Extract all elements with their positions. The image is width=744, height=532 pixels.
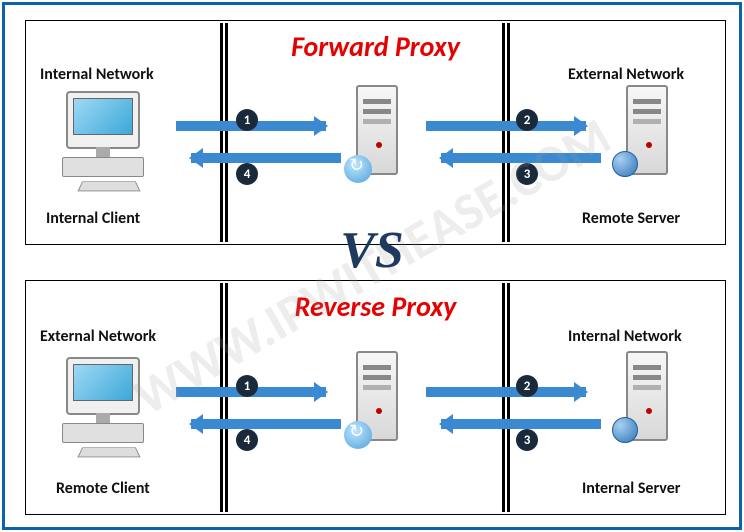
- internal-server-icon: [616, 351, 678, 461]
- monitor-stand-icon: [96, 147, 110, 157]
- outer-frame: WWW.IPWITHEASE.COM Forward Proxy Interna…: [2, 2, 742, 530]
- divider-right: [502, 23, 510, 242]
- badge-4: 4: [236, 429, 258, 451]
- divider-right: [502, 283, 510, 512]
- globe-icon: [612, 417, 638, 443]
- reverse-proxy-title: Reverse Proxy: [26, 289, 725, 324]
- bottom-left-node-label: Remote Client: [56, 479, 150, 498]
- arrow-step2: [426, 121, 586, 131]
- refresh-icon: [344, 421, 372, 449]
- badge-1: 1: [236, 109, 258, 131]
- server-led-icon: [646, 408, 652, 414]
- arrow-step3: [441, 153, 601, 163]
- reverse-proxy-server-icon: [346, 351, 408, 461]
- monitor-stand-icon: [96, 413, 110, 423]
- globe-icon: [612, 151, 638, 177]
- forward-proxy-panel: Forward Proxy Internal Network Internal …: [25, 20, 726, 245]
- vs-label: VS: [5, 221, 739, 280]
- badge-2: 2: [516, 375, 538, 397]
- arrow-step4: [191, 419, 341, 429]
- arrow-step3: [441, 419, 601, 429]
- forward-proxy-server-icon: [346, 85, 408, 195]
- badge-1: 1: [236, 375, 258, 397]
- bottom-right-network-label: Internal Network: [568, 327, 682, 346]
- divider-left: [220, 283, 228, 512]
- refresh-icon: [344, 155, 372, 183]
- forward-proxy-title: Forward Proxy: [26, 29, 725, 64]
- desktop-box-icon: [62, 423, 144, 443]
- server-led-icon: [376, 142, 382, 148]
- top-left-network-label: Internal Network: [40, 65, 154, 84]
- reverse-proxy-panel: Reverse Proxy External Network Remote Cl…: [25, 280, 726, 515]
- desktop-box-icon: [62, 157, 144, 177]
- server-led-icon: [376, 408, 382, 414]
- internal-client-icon: [56, 91, 156, 191]
- badge-3: 3: [516, 163, 538, 185]
- top-right-network-label: External Network: [568, 65, 684, 84]
- remote-client-icon: [56, 357, 156, 457]
- bottom-left-network-label: External Network: [40, 327, 156, 346]
- arrow-step4: [191, 153, 341, 163]
- keyboard-icon: [77, 181, 140, 191]
- bottom-right-node-label: Internal Server: [582, 479, 680, 498]
- badge-4: 4: [236, 163, 258, 185]
- remote-server-icon: [616, 85, 678, 195]
- badge-3: 3: [516, 429, 538, 451]
- keyboard-icon: [77, 447, 140, 457]
- monitor-icon: [66, 357, 140, 415]
- server-led-icon: [646, 142, 652, 148]
- monitor-icon: [66, 91, 140, 149]
- divider-left: [220, 23, 228, 242]
- badge-2: 2: [516, 109, 538, 131]
- arrow-step2: [426, 387, 586, 397]
